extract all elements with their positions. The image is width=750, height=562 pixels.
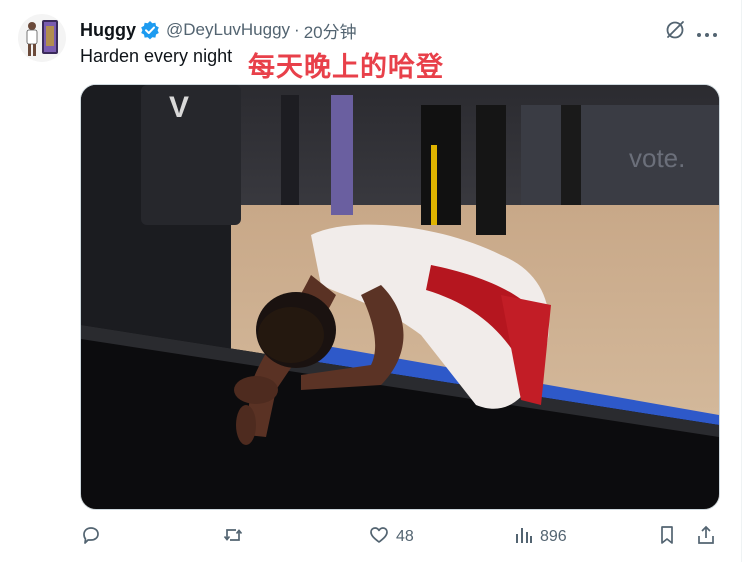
like-button[interactable]: 48	[368, 520, 414, 554]
reply-icon	[80, 524, 102, 551]
scoreboard-text: vote.	[629, 143, 685, 173]
tweet-header: Huggy @DeyLuvHuggy · 20分钟	[80, 18, 357, 42]
action-bar: 48 896	[80, 520, 720, 554]
retweet-icon	[222, 524, 244, 551]
retweet-button[interactable]	[222, 520, 244, 554]
tweet-card[interactable]: Huggy @DeyLuvHuggy · 20分钟 Harden every n…	[0, 0, 750, 562]
separator-dot: ·	[294, 20, 300, 39]
bookmark-button[interactable]	[656, 520, 678, 554]
annotation-caption: 每天晚上的哈登	[248, 52, 444, 83]
tweet-media-image[interactable]: vote. V	[80, 84, 720, 510]
views-button[interactable]: 896	[512, 520, 567, 554]
author-handle[interactable]: @DeyLuvHuggy	[166, 20, 290, 40]
views-bar-chart-icon	[512, 524, 534, 551]
timeline-border	[741, 0, 742, 562]
avatar[interactable]	[18, 14, 66, 62]
timestamp[interactable]: 20分钟	[304, 18, 357, 43]
heart-icon	[368, 524, 390, 551]
grok-icon[interactable]	[664, 19, 686, 41]
share-button[interactable]	[695, 520, 717, 554]
bookmark-icon	[656, 524, 678, 551]
reply-button[interactable]	[80, 520, 102, 554]
author-name[interactable]: Huggy	[80, 20, 136, 41]
tweet-text: Harden every night	[80, 46, 233, 66]
like-count: 48	[396, 528, 414, 545]
more-options-icon[interactable]	[696, 26, 718, 37]
share-icon	[695, 524, 717, 551]
panel-letter: V	[169, 91, 189, 124]
verified-badge-icon	[140, 20, 160, 40]
views-count: 896	[540, 528, 567, 545]
